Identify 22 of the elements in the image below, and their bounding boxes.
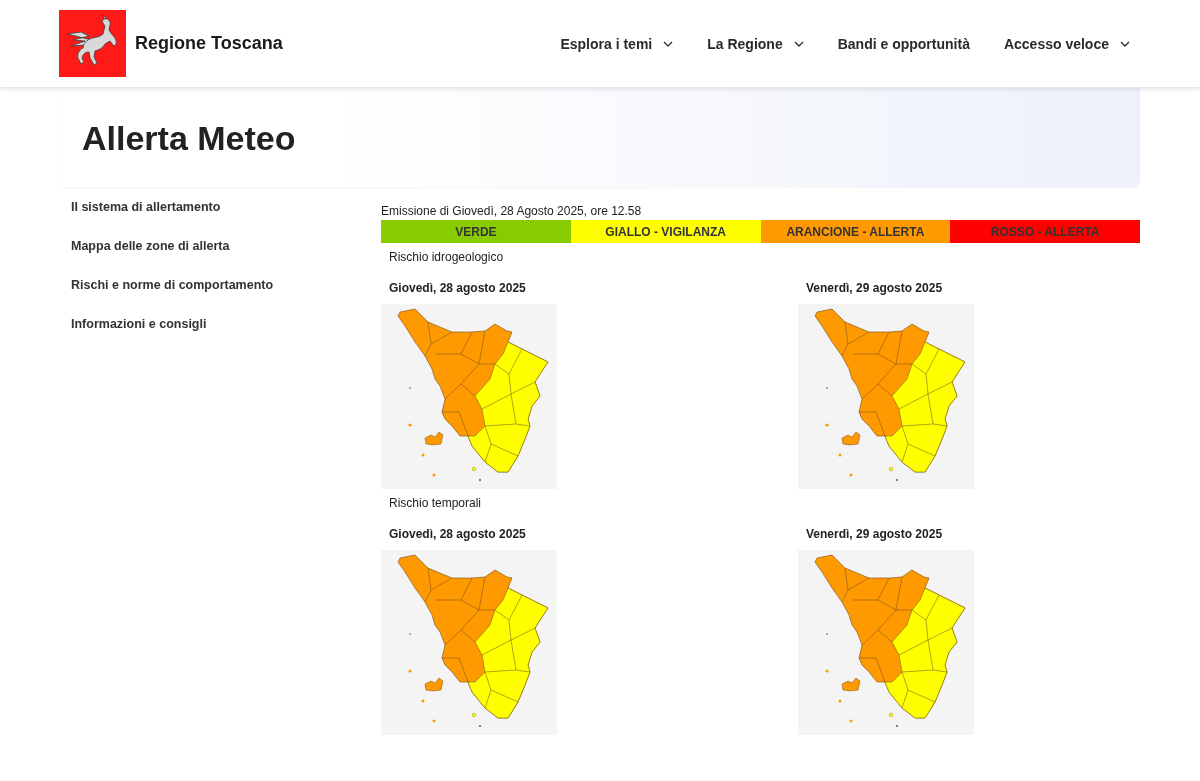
forecast-date: Giovedì, 28 agosto 2025 [388, 281, 527, 295]
sidebar-link[interactable]: Rischi e norme di comportamento [71, 277, 274, 293]
nav-menu-item[interactable]: Bandi e opportunità [837, 29, 970, 58]
alert-level-label: GIALLO - VIGILANZA [570, 220, 761, 243]
alert-level-label: ARANCIONE - ALLERTA [760, 220, 951, 243]
risk-title: Rischio idrogeologico [388, 250, 505, 264]
emission-date-text: Emissione di Giovedì, 28 Agosto 2025, ore 12.58 [381, 204, 643, 218]
nav-menu-item[interactable]: La Regione [707, 29, 804, 58]
sidebar-link[interactable]: Il sistema di allertamento [71, 199, 221, 215]
sidebar-link[interactable]: Informazioni e consigli [71, 316, 207, 332]
page-title: Allerta Meteo [82, 117, 296, 158]
nav-menu-item[interactable]: Esplora i temi [560, 29, 674, 58]
risk-title: Rischio temporali [388, 496, 483, 510]
site-name[interactable]: Regione Toscana [135, 33, 283, 54]
winged-horse-icon[interactable] [59, 10, 126, 77]
forecast-date: Venerdì, 29 agosto 2025 [805, 281, 944, 295]
forecast-date: Venerdì, 29 agosto 2025 [805, 527, 944, 541]
alert-level-label: ROSSO - ALLERTA [950, 220, 1140, 243]
forecast-date: Giovedì, 28 agosto 2025 [388, 527, 527, 541]
nav-menu-item[interactable]: Accesso veloce [1003, 29, 1130, 58]
sidebar-link[interactable]: Mappa delle zone di allerta [71, 238, 230, 254]
alert-level-label: VERDE [381, 220, 571, 243]
